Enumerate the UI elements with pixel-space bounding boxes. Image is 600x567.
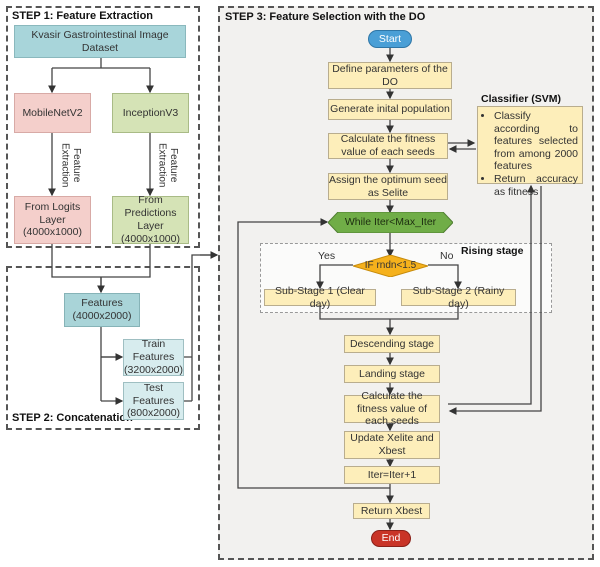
mobilenetv2-node: MobileNetV2 xyxy=(14,93,91,133)
sub-stage-1-node: Sub-Stage 1 (Clear day) xyxy=(264,285,376,310)
classifier-item-2: Return accuracy as fitness xyxy=(494,173,578,198)
iter-increment-node: Iter=Iter+1 xyxy=(344,466,440,484)
calculate-fitness-node-1: Calculate the fitness value of each seed… xyxy=(328,133,448,159)
logits-layer-node: From Logits Layer (4000x1000) xyxy=(14,196,91,244)
edge-features-train xyxy=(100,327,120,401)
classifier-item-1: Classify according to features selected … xyxy=(494,110,578,173)
yes-label: Yes xyxy=(318,250,336,262)
train-features-node: Train Features (3200x2000) xyxy=(123,338,184,376)
classifier-box: Classify according to features selected … xyxy=(477,106,583,198)
feature-extraction-label-b: Feature Extraction xyxy=(156,142,180,188)
connector-lines xyxy=(48,47,542,531)
feature-extraction-label-a: Feature Extraction xyxy=(59,142,83,188)
test-features-node: Test Features (800x2000) xyxy=(123,382,184,420)
while-loop-node: While Iter<Max_Iter xyxy=(328,212,453,233)
while-loop-label: While Iter<Max_Iter xyxy=(344,216,437,229)
decision-label: IF rndn<1.5 xyxy=(364,259,417,271)
edge-dataset-split xyxy=(52,58,150,69)
descending-stage-node: Descending stage xyxy=(344,335,440,353)
calculate-fitness-node-2: Calculate the fitness value of each seed… xyxy=(344,390,440,427)
features-node: Features (4000x2000) xyxy=(64,293,140,327)
classifier-title: Classifier (SVM) xyxy=(481,93,561,105)
no-label: No xyxy=(440,250,454,262)
sub-stage-2-node: Sub-Stage 2 (Rainy day) xyxy=(401,285,516,310)
return-xbest-node: Return Xbest xyxy=(353,503,430,519)
assign-optimum-node: Assign the optimum seed as Selite xyxy=(328,173,448,200)
end-terminal: End xyxy=(371,530,411,547)
generate-population-node: Generate inital population xyxy=(328,99,452,120)
update-xelite-node: Update Xelite and Xbest xyxy=(344,431,440,459)
dataset-node: Kvasir Gastrointestinal Image Dataset xyxy=(14,25,186,58)
edge-train-test-out xyxy=(184,254,214,402)
start-terminal: Start xyxy=(368,30,412,48)
inceptionv3-node: InceptionV3 xyxy=(112,93,189,133)
classifier-list: Classify according to features selected … xyxy=(482,110,578,198)
landing-stage-node: Landing stage xyxy=(344,365,440,383)
decision-node: IF rndn<1.5 xyxy=(353,255,428,277)
predictions-layer-node: From Predictions Layer (4000x1000) xyxy=(112,194,189,245)
define-parameters-node: Define parameters of the DO xyxy=(328,62,452,89)
